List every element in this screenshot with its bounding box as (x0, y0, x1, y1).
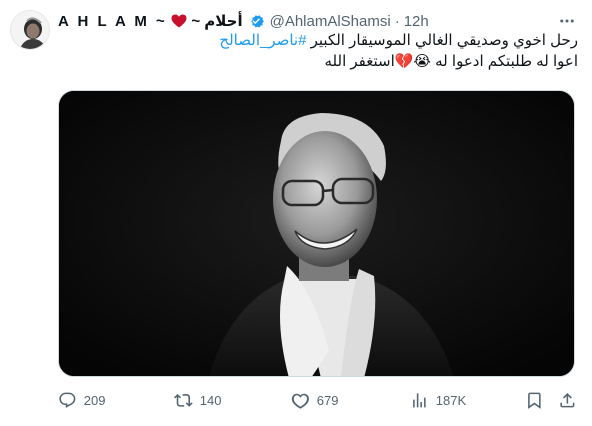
views-count: 187K (435, 392, 467, 408)
retweet-icon (174, 393, 193, 407)
share-button[interactable] (558, 388, 577, 412)
retweet-count: 140 (199, 392, 222, 408)
bookmark-button[interactable] (525, 388, 544, 412)
bookmark-icon (528, 392, 541, 409)
verified-badge-icon (247, 12, 265, 30)
reply-icon (59, 392, 76, 408)
separator-dot: · (394, 12, 400, 30)
reply-button[interactable]: 209 (58, 388, 105, 412)
tweet-text-line-1: رحل اخوي وصديقي الغالي الموسيقار الكبير … (58, 30, 578, 51)
heart-icon (171, 14, 187, 28)
display-name[interactable]: A H L A M ~ (58, 13, 167, 30)
views-button[interactable]: 187K (410, 388, 466, 412)
views-icon (413, 392, 426, 408)
more-options-icon[interactable] (556, 10, 578, 32)
like-button[interactable]: 679 (291, 388, 338, 412)
tweet-header: A H L A M ~ ~ أحلام @AhlamAlShamsi · 12h (58, 10, 578, 32)
tweet-actions: 209 140 679 187K (58, 388, 578, 412)
like-count: 679 (316, 392, 339, 408)
display-name-arabic[interactable]: ~ أحلام (191, 12, 242, 30)
tweet[interactable]: A H L A M ~ ~ أحلام @AhlamAlShamsi · 12h… (0, 0, 592, 426)
tweet-text-line-2: اعوا له طلبتكم ادعوا له 😭💔استغفر الله (324, 53, 578, 70)
timestamp[interactable]: 12h (404, 13, 429, 30)
avatar[interactable] (10, 10, 50, 50)
share-icon (560, 392, 575, 408)
user-handle[interactable]: @AhlamAlShamsi (270, 13, 391, 30)
tweet-text: رحل اخوي وصديقي الغالي الموسيقار الكبير … (58, 30, 578, 72)
retweet-button[interactable]: 140 (174, 388, 221, 412)
tweet-media-image[interactable] (58, 90, 575, 377)
tweet-text-segment: رحل اخوي وصديقي الغالي الموسيقار الكبير (306, 32, 578, 49)
reply-count: 209 (83, 392, 106, 408)
hashtag-link[interactable]: #ناصر_الصالح (219, 32, 306, 49)
like-icon (291, 393, 309, 409)
